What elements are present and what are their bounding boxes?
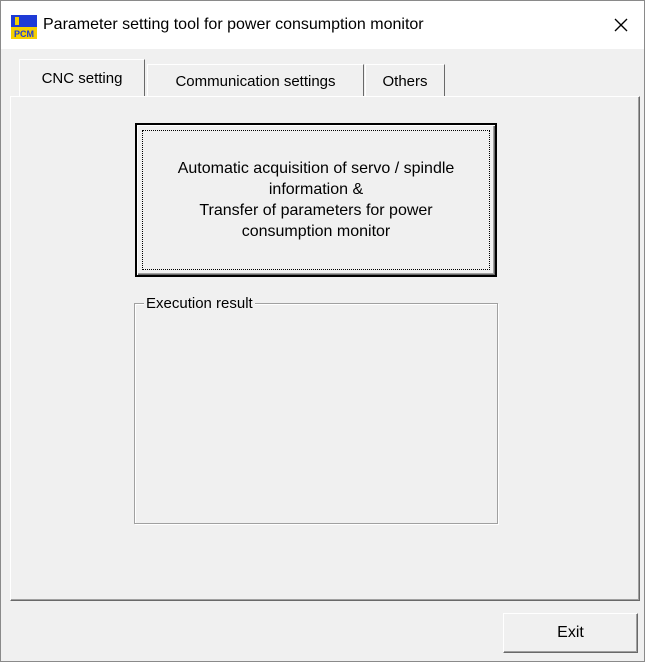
close-button[interactable] <box>598 1 644 49</box>
tab-others[interactable]: Others <box>365 64 445 97</box>
tab-label: Others <box>382 72 428 90</box>
focus-rectangle: Automatic acquisition of servo / spindle… <box>142 130 490 270</box>
tab-label: Communication settings <box>175 72 336 90</box>
execution-result-label: Execution result <box>144 295 255 313</box>
exit-button[interactable]: Exit <box>503 613 638 653</box>
exit-button-label: Exit <box>557 624 584 641</box>
window-title: Parameter setting tool for power consump… <box>43 16 424 33</box>
close-icon <box>614 18 628 32</box>
auto-acquisition-button-label: Automatic acquisition of servo / spindle… <box>177 160 455 240</box>
app-window: PCM Parameter setting tool for power con… <box>0 0 645 662</box>
tab-cnc-setting[interactable]: CNC setting <box>19 59 145 96</box>
title-bar[interactable]: PCM Parameter setting tool for power con… <box>1 1 644 49</box>
pcm-app-icon: PCM <box>11 15 37 39</box>
svg-text:PCM: PCM <box>14 29 34 39</box>
tab-label: CNC setting <box>41 69 123 87</box>
tab-communication-settings[interactable]: Communication settings <box>147 64 364 97</box>
auto-acquisition-transfer-button[interactable]: Automatic acquisition of servo / spindle… <box>135 123 497 277</box>
execution-result-group <box>134 303 498 524</box>
